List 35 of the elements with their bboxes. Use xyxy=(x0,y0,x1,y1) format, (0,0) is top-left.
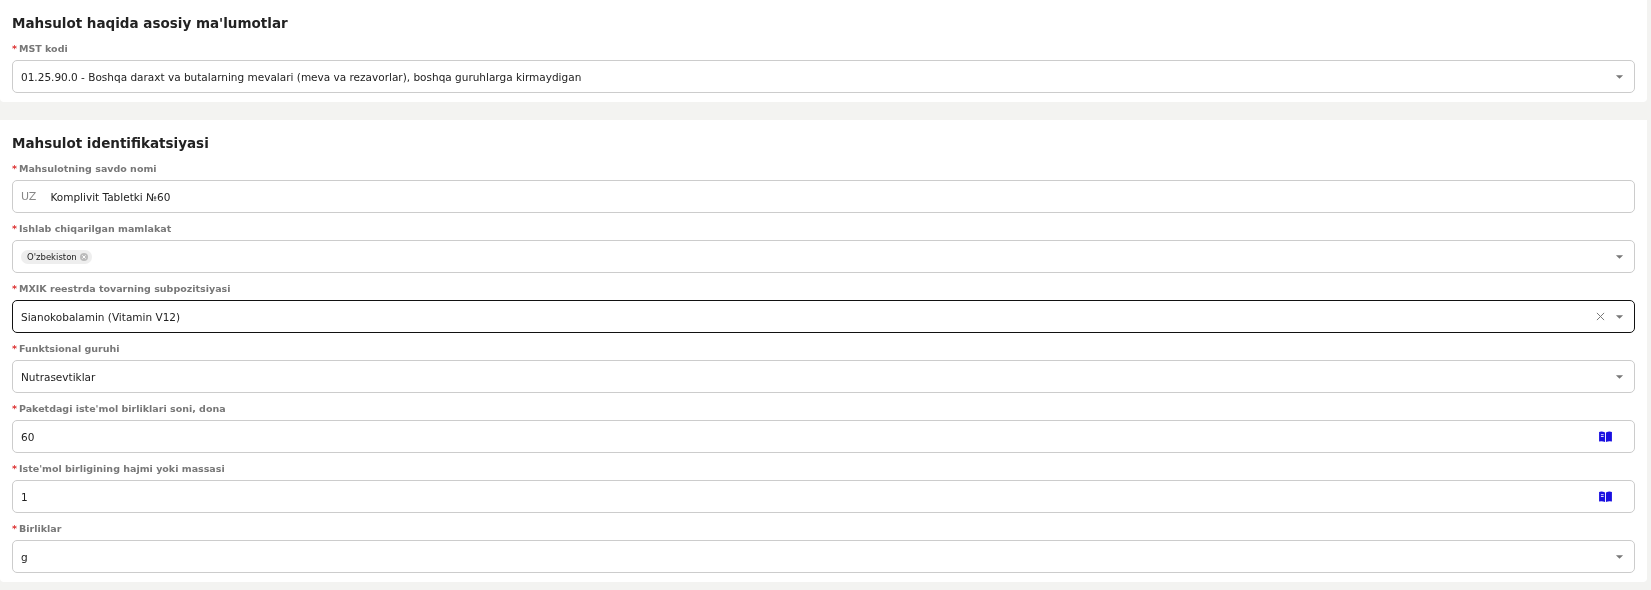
field-label-text: Mahsulotning savdo nomi xyxy=(18,162,157,175)
field-label-text: Birliklar xyxy=(18,522,62,535)
field-label-text: Funktsional guruhi xyxy=(18,342,120,355)
select-field[interactable]: 01.25.90.0 - Boshqa daraxt va butalarning mevalari (meva va rezavorlar), boshqa guruhlarga kirmaydigan xyxy=(12,60,1635,93)
field-label-text: MST kodi xyxy=(18,42,68,55)
book-icon[interactable] xyxy=(1599,491,1612,502)
field-label-text: Iste'mol birligining hajmi yoki massasi xyxy=(18,462,225,475)
input-field[interactable]: O'zbekiston xyxy=(12,240,1635,273)
field-label-text: Ishlab chiqarilgan mamlakat xyxy=(18,222,172,235)
required-mark: * xyxy=(12,282,17,295)
input-field[interactable]: UZ Komplivit Tabletki №60 xyxy=(12,180,1635,213)
select-field[interactable]: g xyxy=(12,540,1635,573)
required-mark: * xyxy=(12,522,17,535)
caret-icon[interactable] xyxy=(1615,373,1624,380)
section-title: Mahsulot identifikatsiyasi xyxy=(12,134,210,152)
required-mark: * xyxy=(12,342,17,355)
required-mark: * xyxy=(12,162,17,175)
input-field[interactable]: 1 xyxy=(12,480,1635,513)
select-field[interactable]: Sianokobalamin (Vitamin V12) xyxy=(12,300,1635,333)
caret-icon[interactable] xyxy=(1615,253,1624,260)
caret-icon[interactable] xyxy=(1615,313,1624,320)
input-field[interactable]: 60 xyxy=(12,420,1635,453)
required-mark: * xyxy=(12,462,17,475)
required-mark: * xyxy=(12,222,17,235)
section-title: Mahsulot haqida asosiy ma'lumotlar xyxy=(12,14,289,32)
book-icon[interactable] xyxy=(1599,431,1612,442)
field-label-text: Paketdagi iste'mol birliklari soni, dona xyxy=(18,402,226,415)
field-label-text: MXIK reestrda tovarning subpozitsiyasi xyxy=(18,282,231,295)
caret-icon[interactable] xyxy=(1615,553,1624,560)
caret-icon[interactable] xyxy=(1615,73,1624,80)
required-mark: * xyxy=(12,402,17,415)
required-mark: * xyxy=(12,42,17,55)
country-tag: O'zbekiston xyxy=(21,249,92,264)
select-field[interactable]: Nutrasevtiklar xyxy=(12,360,1635,393)
clear-icon[interactable] xyxy=(1596,312,1605,321)
